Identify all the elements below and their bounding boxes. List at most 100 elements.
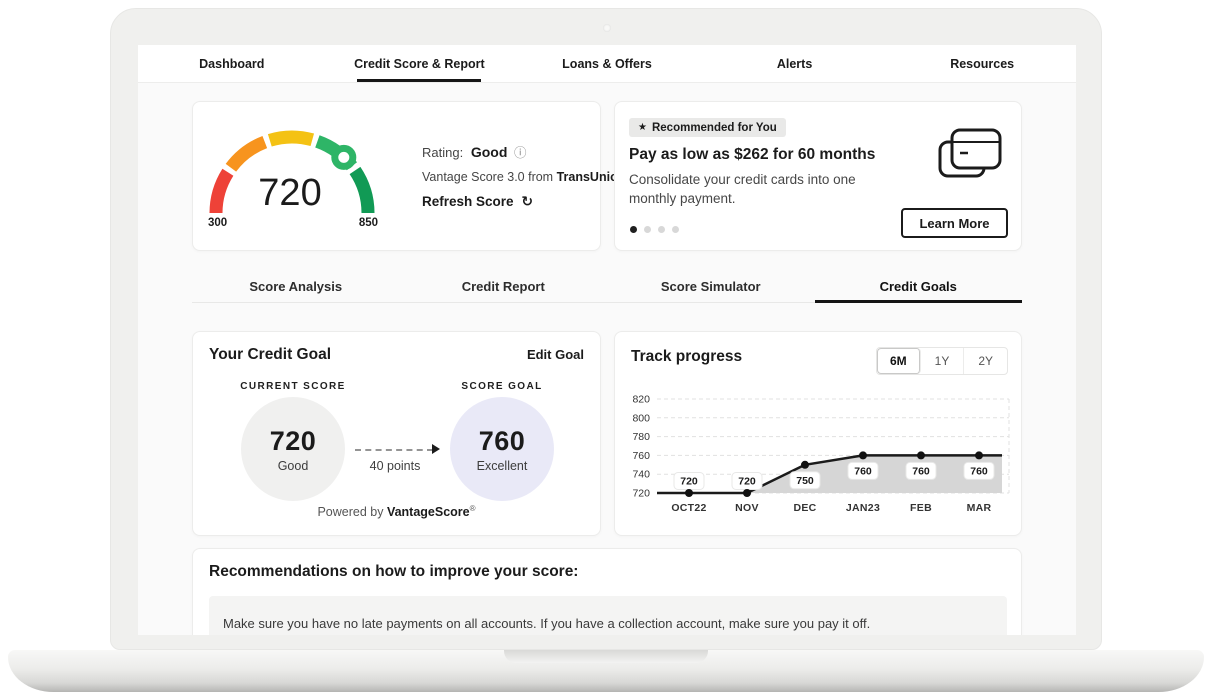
y-axis-tick: 720 [632,488,650,500]
recommended-badge-label: Recommended for You [652,122,777,134]
tab-credit-goals[interactable]: Credit Goals [815,271,1023,302]
offer-body: Consolidate your credit cards into one m… [629,170,889,208]
carousel-dot-3[interactable] [658,226,665,233]
info-icon[interactable]: ⓘ [514,146,527,160]
goal-card-title: Your Credit Goal [209,346,331,364]
current-score-circle: 720 Good [241,397,345,501]
learn-more-button[interactable]: Learn More [901,208,1008,238]
carousel-dots [630,226,679,233]
front-card-shape [952,130,1000,168]
subtab-label: Score Simulator [661,279,761,294]
offer-headline: Pay as low as $262 for 60 months [629,146,875,164]
offer-card: ★ Recommended for You Pay as low as $262… [614,101,1022,251]
x-axis-tick: OCT22 [671,502,706,514]
edit-goal-link[interactable]: Edit Goal [527,347,584,362]
refresh-icon: ↻ [521,193,533,209]
gauge-segment-dark-green [355,171,368,214]
y-axis-tick: 740 [632,469,650,481]
laptop-frame: Dashboard Credit Score & Report Loans & … [110,8,1102,650]
provider-prefix: Vantage Score 3.0 from [422,170,553,184]
tab-score-simulator[interactable]: Score Simulator [607,271,815,302]
points-delta-label: 40 points [340,459,450,473]
data-point [859,451,867,459]
y-axis-tick: 780 [632,431,650,443]
rating-label: Rating: [422,145,463,160]
provider-row: Vantage Score 3.0 from TransUnion [422,170,625,184]
score-goal-rating: Excellent [477,459,528,473]
star-icon: ★ [638,122,647,133]
point-label: 720 [738,476,756,488]
laptop-base-notch [504,650,708,663]
gauge-max-label: 850 [359,217,378,229]
score-goal-circle: 760 Excellent [450,397,554,501]
credit-cards-icon [937,126,1003,188]
carousel-dot-2[interactable] [644,226,651,233]
tab-score-analysis[interactable]: Score Analysis [192,271,400,302]
webcam-icon [603,24,611,32]
point-label: 760 [854,466,872,478]
score-gauge: 720 300 850 [203,112,393,237]
range-1y-button[interactable]: 1Y [921,348,965,374]
data-point [801,461,809,469]
x-axis-tick: DEC [793,502,816,514]
laptop-base [8,650,1204,692]
credit-goal-card: Your Credit Goal Edit Goal CURRENT SCORE… [192,331,601,536]
nav-tab-loans-offers[interactable]: Loans & Offers [513,45,701,82]
carousel-dot-4[interactable] [672,226,679,233]
nav-tab-credit-score-report[interactable]: Credit Score & Report [326,45,514,82]
tab-credit-report[interactable]: Credit Report [400,271,608,302]
powered-prefix: Powered by [317,505,386,519]
powered-by: Powered by VantageScore® [193,504,600,519]
recommendations-card: Recommendations on how to improve your s… [192,548,1022,635]
range-6m-button[interactable]: 6M [877,348,921,374]
point-label: 720 [680,476,698,488]
data-point [743,489,751,497]
refresh-score-label: Refresh Score [422,194,514,209]
range-toggle-group: 6M 1Y 2Y [876,347,1008,375]
x-axis-tick: NOV [735,502,759,514]
subtab-label: Score Analysis [249,279,342,294]
y-axis-tick: 760 [632,450,650,462]
nav-tab-alerts[interactable]: Alerts [701,45,889,82]
carousel-dot-1[interactable] [630,226,637,233]
gauge-segment-yellow [270,137,313,140]
learn-more-label: Learn More [919,216,989,231]
gauge-segment-orange [231,142,265,168]
recommendation-item: Make sure you have no late payments on a… [209,596,1007,635]
gauge-indicator-knob [335,148,353,166]
progress-line-chart: 820800780760740720720720750760760760OCT2… [620,390,1012,520]
track-progress-card: Track progress 6M 1Y 2Y 820 800 780 760 740 7… [614,331,1022,536]
score-info-block: Rating: Good ⓘ Vantage Score 3.0 from Tr… [422,142,625,219]
subtab-label: Credit Goals [880,279,957,294]
refresh-score-button[interactable]: Refresh Score ↻ [422,193,625,210]
app-screen: Dashboard Credit Score & Report Loans & … [138,45,1076,635]
nav-tab-label: Loans & Offers [562,57,652,71]
y-axis-tick: 820 [632,394,650,406]
data-point [975,451,983,459]
nav-tab-resources[interactable]: Resources [888,45,1076,82]
laptop-mockup: Dashboard Credit Score & Report Loans & … [0,0,1212,696]
nav-tab-dashboard[interactable]: Dashboard [138,45,326,82]
point-label: 750 [796,475,814,487]
track-progress-title: Track progress [631,348,742,366]
score-goal-value: 760 [479,426,526,457]
recommendation-text: Make sure you have no late payments on a… [223,616,993,631]
point-label: 760 [912,466,930,478]
goal-arrow-head [432,444,440,454]
rating-value: Good [471,144,508,160]
top-nav: Dashboard Credit Score & Report Loans & … [138,45,1076,83]
current-score-value: 720 [270,426,317,457]
y-axis-tick: 800 [632,412,650,424]
goal-arrow-line [355,449,433,451]
nav-tab-label: Credit Score & Report [354,57,485,71]
nav-tab-label: Dashboard [199,57,264,71]
range-2y-button[interactable]: 2Y [964,348,1007,374]
gauge-min-label: 300 [208,217,227,229]
x-axis-tick: MAR [967,502,992,514]
powered-brand: VantageScore [387,505,470,519]
registered-mark: ® [470,504,476,513]
x-axis-tick: FEB [910,502,932,514]
credit-score-card: 720 300 850 Rating: Good ⓘ Vantage Score… [192,101,601,251]
score-goal-label: SCORE GOAL [442,381,562,392]
data-point [685,489,693,497]
